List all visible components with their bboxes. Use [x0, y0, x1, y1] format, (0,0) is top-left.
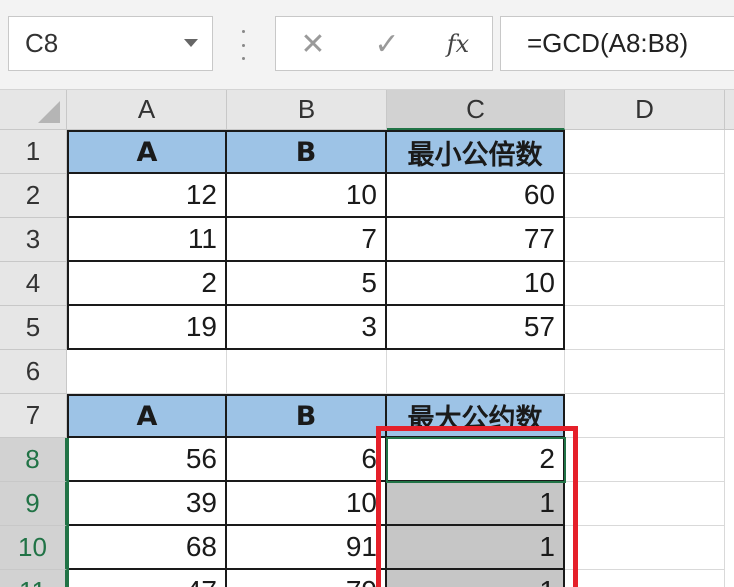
table1-cell[interactable]: 19 — [69, 306, 227, 350]
selection-range-edge — [67, 438, 69, 587]
table1-header-b[interactable]: B — [227, 132, 387, 174]
table2-header-c[interactable]: 最大公约数 — [387, 396, 565, 438]
selected-cell[interactable]: 1 — [387, 526, 565, 570]
empty-cell[interactable] — [565, 174, 725, 218]
empty-cell[interactable] — [565, 482, 725, 526]
name-box-value: C8 — [25, 28, 59, 58]
table2-cell[interactable]: 47 — [69, 570, 227, 587]
table1-cell[interactable]: 5 — [227, 262, 387, 306]
formula-text: =GCD(A8:B8) — [527, 28, 689, 58]
empty-cell[interactable] — [565, 570, 725, 587]
empty-cell[interactable] — [565, 218, 725, 262]
table1-cell[interactable]: 10 — [387, 262, 565, 306]
column-header-c[interactable]: C — [387, 90, 565, 130]
table1-header-a[interactable]: A — [69, 132, 227, 174]
table1-cell[interactable]: 11 — [69, 218, 227, 262]
name-box[interactable]: C8 — [8, 16, 213, 71]
table1-cell[interactable]: 2 — [69, 262, 227, 306]
insert-function-icon[interactable]: fx — [441, 25, 475, 63]
row-header-9[interactable]: 9 — [0, 482, 67, 526]
cancel-icon[interactable]: ✕ — [298, 25, 328, 63]
table2-cell[interactable]: 79 — [227, 570, 387, 587]
row-header-6[interactable]: 6 — [0, 350, 67, 394]
empty-cell[interactable] — [565, 394, 725, 438]
row-header-8[interactable]: 8 — [0, 438, 67, 482]
table2-cell[interactable]: 6 — [227, 438, 387, 482]
column-header-b[interactable]: B — [227, 90, 387, 130]
row-header-10[interactable]: 10 — [0, 526, 67, 570]
table2-cell[interactable]: 56 — [69, 438, 227, 482]
table1-cell[interactable]: 7 — [227, 218, 387, 262]
spreadsheet-grid: A B C D 1 2 3 4 5 6 7 8 9 10 11 A B 最小公倍… — [0, 90, 734, 587]
empty-cell[interactable] — [227, 350, 387, 394]
table2-header-a[interactable]: A — [69, 396, 227, 438]
table1-cell[interactable]: 12 — [69, 174, 227, 218]
table1-cell[interactable]: 77 — [387, 218, 565, 262]
row-header-4[interactable]: 4 — [0, 262, 67, 306]
row-header-5[interactable]: 5 — [0, 306, 67, 350]
row-header-11[interactable]: 11 — [0, 570, 67, 587]
table2-cell[interactable]: 39 — [69, 482, 227, 526]
selected-cell[interactable]: 1 — [387, 570, 565, 587]
row-header-3[interactable]: 3 — [0, 218, 67, 262]
formula-input[interactable]: =GCD(A8:B8) — [500, 16, 734, 71]
select-all-button[interactable] — [0, 90, 67, 130]
empty-cell[interactable] — [565, 306, 725, 350]
row-header-7[interactable]: 7 — [0, 394, 67, 438]
table1-cell[interactable]: 10 — [227, 174, 387, 218]
chevron-down-icon[interactable] — [184, 39, 198, 47]
empty-cell[interactable] — [67, 350, 227, 394]
column-header-e[interactable] — [725, 90, 734, 130]
selected-cell[interactable]: 1 — [387, 482, 565, 526]
enter-icon[interactable]: ✓ — [370, 25, 404, 63]
table1-cell[interactable]: 3 — [227, 306, 387, 350]
column-header-a[interactable]: A — [67, 90, 227, 130]
formula-bar-area: C8 ✕ ✓ fx =GCD(A8:B8) — [0, 0, 734, 90]
active-cell-c8[interactable]: 2 — [387, 438, 565, 482]
empty-cell[interactable] — [565, 350, 725, 394]
table2-cell[interactable]: 91 — [227, 526, 387, 570]
table2-cell[interactable]: 68 — [69, 526, 227, 570]
empty-cell[interactable] — [565, 438, 725, 482]
row-header-2[interactable]: 2 — [0, 174, 67, 218]
table1-cell[interactable]: 57 — [387, 306, 565, 350]
empty-cell[interactable] — [565, 130, 725, 174]
empty-cell[interactable] — [387, 350, 565, 394]
table1-cell[interactable]: 60 — [387, 174, 565, 218]
empty-cell[interactable] — [565, 262, 725, 306]
empty-cell[interactable] — [565, 526, 725, 570]
table1-header-c[interactable]: 最小公倍数 — [387, 132, 565, 174]
formula-buttons: ✕ ✓ fx — [275, 16, 493, 71]
table2-header-b[interactable]: B — [227, 396, 387, 438]
row-header-1[interactable]: 1 — [0, 130, 67, 174]
column-header-d[interactable]: D — [565, 90, 725, 130]
table2-cell[interactable]: 10 — [227, 482, 387, 526]
drag-handle-icon[interactable] — [236, 30, 250, 60]
